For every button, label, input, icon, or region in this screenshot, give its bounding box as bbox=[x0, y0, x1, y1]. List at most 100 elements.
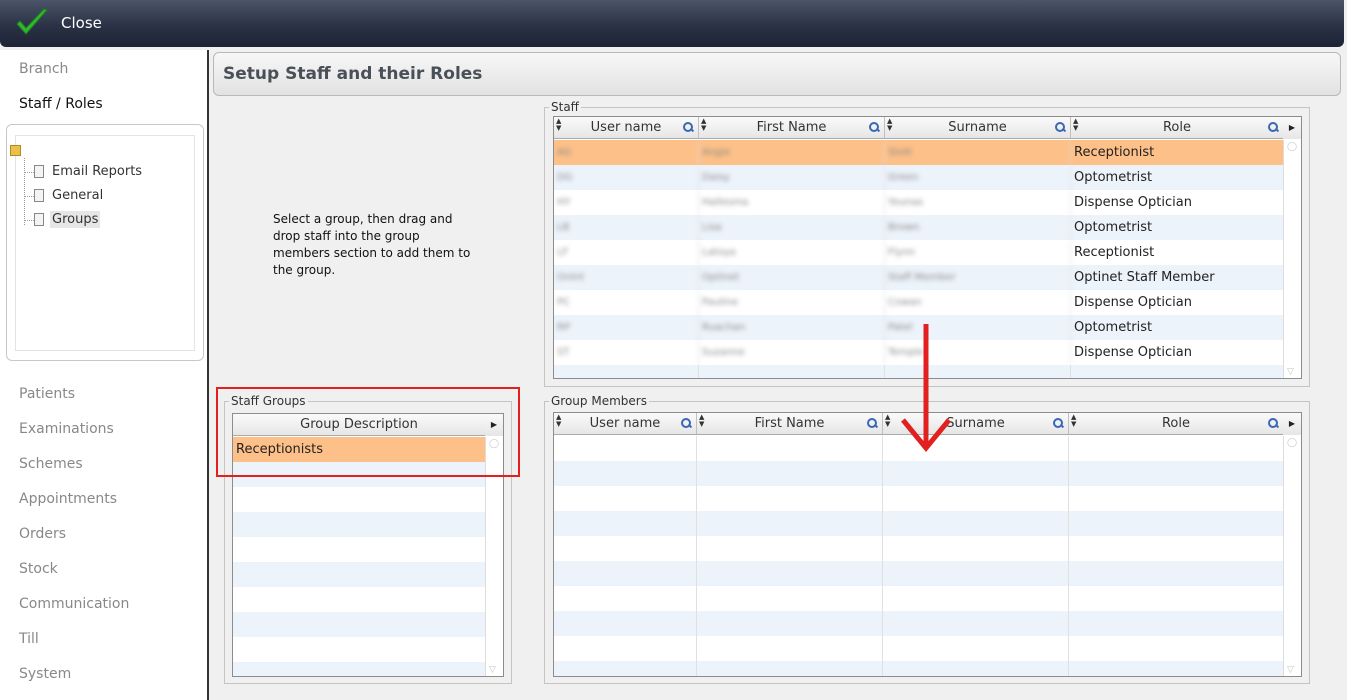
column-header-username[interactable]: ▲ ▼ User name bbox=[554, 413, 697, 434]
table-row bbox=[554, 636, 1284, 661]
search-icon[interactable] bbox=[1055, 122, 1065, 132]
empty-cell bbox=[697, 461, 883, 486]
table-row[interactable]: HY Hallesma Younas Dispense Optician bbox=[554, 190, 1284, 215]
instructions-text: Select a group, then drag and drop staff… bbox=[273, 212, 471, 277]
empty-cell bbox=[883, 636, 1069, 661]
staff-grid-header: ▲ ▼ User name ▲ ▼ First Name ▲ ▼ Surname ▲ ▼ Rol… bbox=[554, 117, 1284, 139]
nav-system[interactable]: System bbox=[19, 666, 71, 682]
empty-cell bbox=[697, 536, 883, 561]
nav-schemes[interactable]: Schemes bbox=[19, 456, 83, 472]
cell-role: Optometrist bbox=[1071, 315, 1284, 340]
empty-cell bbox=[1069, 511, 1284, 536]
document-icon bbox=[34, 165, 44, 178]
table-row bbox=[554, 461, 1284, 486]
search-icon[interactable] bbox=[869, 122, 879, 132]
column-header-role[interactable]: ▲ ▼ Role bbox=[1069, 413, 1284, 434]
settings-tree-panel bbox=[6, 124, 204, 361]
empty-cell bbox=[697, 661, 883, 676]
cell-first: Suzanne bbox=[699, 340, 885, 365]
cell-surname: Younas bbox=[885, 190, 1071, 215]
cell-username: DG bbox=[554, 165, 699, 190]
drag-arrow-icon bbox=[900, 322, 952, 454]
empty-cell bbox=[233, 637, 486, 662]
search-icon[interactable] bbox=[1268, 122, 1278, 132]
nav-branch[interactable]: Branch bbox=[19, 61, 68, 77]
search-icon[interactable] bbox=[683, 122, 693, 132]
search-icon[interactable] bbox=[1268, 418, 1278, 428]
empty-cell bbox=[883, 486, 1069, 511]
table-row bbox=[554, 511, 1284, 536]
empty-cell bbox=[233, 662, 486, 676]
checkmark-icon[interactable] bbox=[14, 7, 50, 39]
folder-icon[interactable] bbox=[10, 145, 21, 156]
tree-item-general[interactable]: General bbox=[52, 188, 103, 203]
empty-cell bbox=[1069, 611, 1284, 636]
cell-first: Ruachan bbox=[699, 315, 885, 340]
column-header-role[interactable]: ▲ ▼ Role bbox=[1071, 117, 1284, 138]
nav-orders[interactable]: Orders bbox=[19, 526, 66, 542]
table-row[interactable]: AG Angie Stott Receptionist bbox=[554, 140, 1284, 165]
empty-cell bbox=[1069, 661, 1284, 676]
table-row[interactable]: Onlnt Optinet Staff Member Optinet Staff Me… bbox=[554, 265, 1284, 290]
table-row bbox=[233, 612, 486, 637]
empty-cell bbox=[554, 511, 697, 536]
nav-appointments[interactable]: Appointments bbox=[19, 491, 117, 507]
nav-stock[interactable]: Stock bbox=[19, 561, 58, 577]
cell-first: Daisy bbox=[699, 165, 885, 190]
empty-cell bbox=[883, 561, 1069, 586]
scroll-up-icon[interactable]: ◯ bbox=[1287, 438, 1297, 448]
cell-username: AG bbox=[554, 140, 699, 165]
cell-first: Pauline bbox=[699, 290, 885, 315]
table-row bbox=[233, 512, 486, 537]
table-row bbox=[554, 561, 1284, 586]
empty-cell bbox=[697, 511, 883, 536]
nav-till[interactable]: Till bbox=[19, 631, 39, 647]
nav-examinations[interactable]: Examinations bbox=[19, 421, 114, 437]
cell-first: Angie bbox=[699, 140, 885, 165]
table-row bbox=[233, 487, 486, 512]
cell-username: Onlnt bbox=[554, 265, 699, 290]
nav-staff-roles[interactable]: Staff / Roles bbox=[19, 96, 103, 112]
empty-cell bbox=[233, 612, 486, 637]
tree-item-email-reports[interactable]: Email Reports bbox=[52, 164, 142, 179]
column-header-username[interactable]: ▲ ▼ User name bbox=[554, 117, 699, 138]
search-icon[interactable] bbox=[867, 418, 877, 428]
empty-cell bbox=[697, 586, 883, 611]
staff-scrollbar[interactable]: ◯ ▽ bbox=[1283, 140, 1301, 378]
group-members-scrollbar[interactable]: ◯ ▽ bbox=[1283, 436, 1301, 676]
column-header-surname[interactable]: ▲ ▼ Surname bbox=[885, 117, 1071, 138]
empty-cell bbox=[697, 636, 883, 661]
empty-cell bbox=[883, 461, 1069, 486]
column-chooser-icon[interactable]: ▶ bbox=[1283, 413, 1301, 435]
scroll-down-icon[interactable]: ▽ bbox=[1287, 367, 1294, 377]
search-icon[interactable] bbox=[1053, 418, 1063, 428]
empty-cell bbox=[1069, 636, 1284, 661]
scroll-up-icon[interactable]: ◯ bbox=[1287, 142, 1297, 152]
close-button[interactable]: Close bbox=[61, 14, 102, 32]
empty-cell bbox=[697, 561, 883, 586]
scroll-down-icon[interactable]: ▽ bbox=[489, 665, 496, 675]
nav-communication[interactable]: Communication bbox=[19, 596, 129, 612]
empty-cell bbox=[883, 586, 1069, 611]
scroll-down-icon[interactable]: ▽ bbox=[1287, 665, 1294, 675]
table-row[interactable]: PC Pauline Cowan Dispense Optician bbox=[554, 290, 1284, 315]
empty-cell bbox=[1069, 586, 1284, 611]
staff-legend: Staff bbox=[549, 100, 581, 114]
empty-cell bbox=[554, 536, 697, 561]
tree-item-groups[interactable]: Groups bbox=[50, 211, 101, 228]
cell-role: Optinet Staff Member bbox=[1071, 265, 1284, 290]
search-icon[interactable] bbox=[681, 418, 691, 428]
table-row[interactable]: DG Daisy Green Optometrist bbox=[554, 165, 1284, 190]
table-row[interactable]: LF Latoya Flynn Receptionist bbox=[554, 240, 1284, 265]
column-header-first-name[interactable]: ▲ ▼ First Name bbox=[697, 413, 883, 434]
column-header-first-name[interactable]: ▲ ▼ First Name bbox=[699, 117, 885, 138]
empty-cell bbox=[697, 436, 883, 461]
cell-username: PC bbox=[554, 290, 699, 315]
empty-cell bbox=[554, 461, 697, 486]
table-row bbox=[233, 637, 486, 662]
column-chooser-icon[interactable]: ▶ bbox=[1283, 117, 1301, 139]
document-icon bbox=[34, 213, 44, 226]
nav-patients[interactable]: Patients bbox=[19, 386, 75, 402]
cell-first: Lisa bbox=[699, 215, 885, 240]
table-row[interactable]: LB Lisa Brown Optometrist bbox=[554, 215, 1284, 240]
